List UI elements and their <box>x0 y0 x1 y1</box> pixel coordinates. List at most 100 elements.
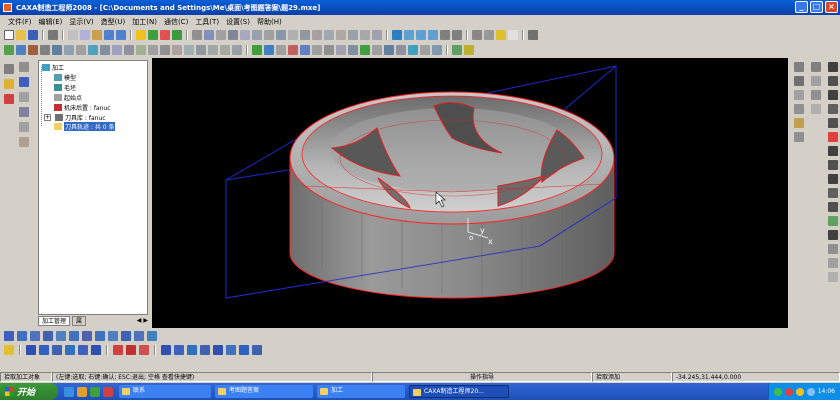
snap-icon[interactable] <box>452 45 462 55</box>
multi-axis-icon[interactable] <box>160 45 170 55</box>
filter-icon[interactable] <box>172 30 182 40</box>
spring-icon[interactable] <box>139 344 149 355</box>
curve-arc-icon[interactable] <box>828 76 838 86</box>
edit-path-icon[interactable] <box>172 45 182 55</box>
roughing-icon[interactable] <box>4 45 14 55</box>
pocket-icon[interactable] <box>40 45 50 55</box>
wrap-icon[interactable] <box>52 344 62 355</box>
parallel-icon[interactable] <box>76 45 86 55</box>
ie-icon[interactable] <box>64 386 74 397</box>
select-icon[interactable] <box>4 64 14 74</box>
rectangle-icon[interactable] <box>811 76 821 86</box>
view-front-icon[interactable] <box>4 330 14 341</box>
fit-icon[interactable] <box>239 344 249 355</box>
graphics-viewport[interactable]: y x o <box>152 58 788 328</box>
swarf-icon[interactable] <box>148 45 158 55</box>
tab-properties[interactable]: 属 <box>72 315 87 326</box>
view-left-icon[interactable] <box>30 330 40 341</box>
taskbar-item-caxa[interactable]: CAXA制造工程师20... <box>409 385 509 398</box>
ime-icon[interactable] <box>806 387 815 396</box>
taskbar-item-answers-folder[interactable]: 考图题答案 <box>215 385 313 398</box>
chamfer-icon[interactable] <box>276 30 286 40</box>
join-curve-icon[interactable] <box>187 344 197 355</box>
zlevel-icon[interactable] <box>64 45 74 55</box>
array-icon[interactable] <box>324 30 334 40</box>
properties-icon[interactable] <box>4 94 14 104</box>
formula-curve-icon[interactable] <box>828 146 838 156</box>
fillet-curve-icon[interactable] <box>432 45 442 55</box>
offset-line-icon[interactable] <box>65 344 75 355</box>
surface-revolve-icon[interactable] <box>19 92 29 102</box>
text-icon[interactable] <box>828 230 838 240</box>
extend-icon[interactable] <box>420 45 430 55</box>
taskbar-item-contact[interactable]: 联系 <box>119 385 211 398</box>
break-icon[interactable] <box>396 45 406 55</box>
draft-icon[interactable] <box>336 30 346 40</box>
curve-ellipse-icon[interactable] <box>828 118 838 128</box>
arc-icon[interactable] <box>794 90 804 100</box>
equidistant-icon[interactable] <box>811 104 821 114</box>
gcode-icon[interactable] <box>196 45 206 55</box>
view-icon[interactable] <box>392 30 402 40</box>
new-file-icon[interactable] <box>4 30 14 40</box>
check-icon[interactable] <box>360 45 370 55</box>
smooth-icon[interactable] <box>226 344 236 355</box>
tree-root[interactable]: 加工 <box>42 63 64 72</box>
layer-icon[interactable] <box>148 30 158 40</box>
cut-icon[interactable] <box>68 30 78 40</box>
light-icon[interactable] <box>136 30 146 40</box>
view-save-icon[interactable] <box>108 330 118 341</box>
arrow-right-icon[interactable] <box>91 344 101 355</box>
intersect-icon[interactable] <box>384 45 394 55</box>
media-icon[interactable] <box>90 386 100 397</box>
folder-icon[interactable] <box>77 386 87 397</box>
node-edit-icon[interactable] <box>161 344 171 355</box>
plane-icon[interactable] <box>348 45 358 55</box>
menu-help[interactable]: 帮助(H) <box>257 17 282 27</box>
transform-icon[interactable] <box>26 344 36 355</box>
bend-icon[interactable] <box>39 344 49 355</box>
break-curve-icon[interactable] <box>200 344 210 355</box>
start-button[interactable]: 开始 <box>0 383 58 400</box>
zoom-out-icon[interactable] <box>428 30 438 40</box>
view-top-icon[interactable] <box>17 330 27 341</box>
trim-icon[interactable] <box>372 30 382 40</box>
drill-icon[interactable] <box>52 45 62 55</box>
scale-icon[interactable] <box>312 45 322 55</box>
view-back-icon[interactable] <box>69 330 79 341</box>
undo-icon[interactable] <box>104 30 114 40</box>
boolean-icon[interactable] <box>360 30 370 40</box>
curve-rect-icon[interactable] <box>828 104 838 114</box>
extend-curve-icon[interactable] <box>213 344 223 355</box>
curve-circle-icon[interactable] <box>828 90 838 100</box>
curve-icon[interactable] <box>264 45 274 55</box>
mirror-icon[interactable] <box>288 45 298 55</box>
zoom-window-icon[interactable] <box>404 30 414 40</box>
extrude-icon[interactable] <box>216 30 226 40</box>
maximize-button[interactable]: □ <box>810 1 823 13</box>
antivirus-icon[interactable] <box>784 387 793 396</box>
pencil-sketch-icon[interactable] <box>4 344 14 355</box>
mirror-curve-icon[interactable] <box>828 244 838 254</box>
rotate-icon[interactable] <box>440 30 450 40</box>
polyline-icon[interactable] <box>794 76 804 86</box>
surface-ruled-icon[interactable] <box>19 77 29 87</box>
tree-item-blank[interactable]: 毛坯 <box>54 83 76 92</box>
tree-item-machine-post[interactable]: 机床后置 : fanuc <box>54 103 111 112</box>
zigzag-icon[interactable] <box>126 344 136 355</box>
arrow-left-icon[interactable] <box>78 344 88 355</box>
conic-icon[interactable] <box>828 174 838 184</box>
menu-machining[interactable]: 加工(N) <box>132 17 157 27</box>
view-previous-icon[interactable] <box>134 330 144 341</box>
view-normal-icon[interactable] <box>95 330 105 341</box>
redo-icon[interactable] <box>116 30 126 40</box>
save-icon[interactable] <box>28 30 38 40</box>
revolve-icon[interactable] <box>228 30 238 40</box>
shaded-icon[interactable] <box>496 30 506 40</box>
measure-icon[interactable] <box>528 30 538 40</box>
trim-curve-icon[interactable] <box>828 202 838 212</box>
menu-tools[interactable]: 工具(T) <box>195 17 219 27</box>
volume-icon[interactable] <box>795 387 804 396</box>
loft-icon[interactable] <box>252 30 262 40</box>
line-tool-icon[interactable] <box>794 62 804 72</box>
